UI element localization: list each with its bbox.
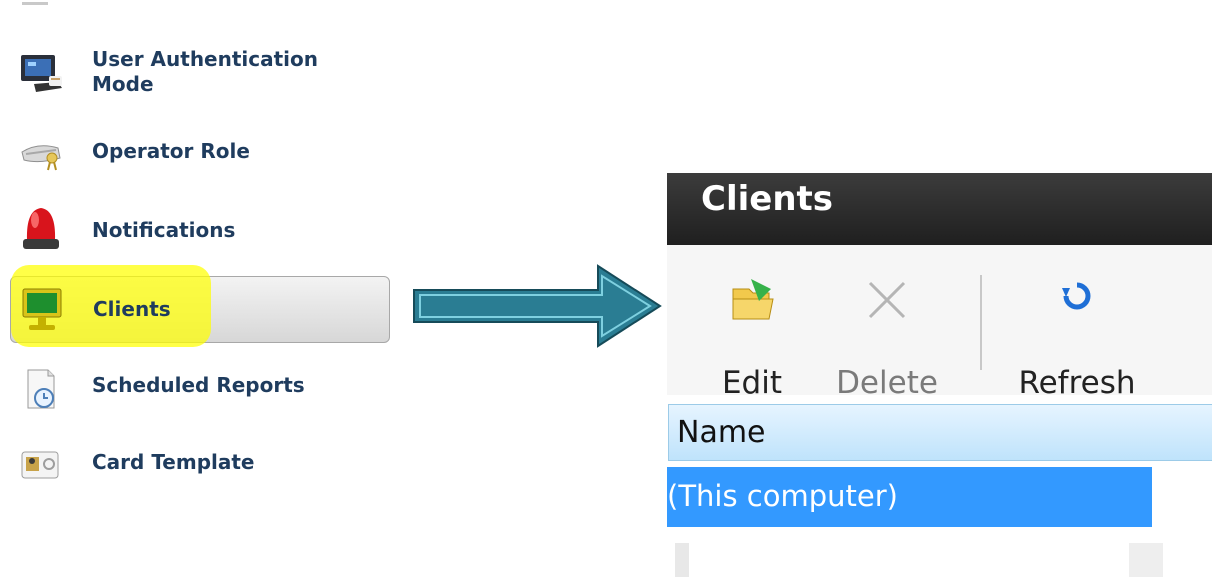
refresh-icon [1007, 275, 1147, 323]
toolbar: Edit Delete Refresh [667, 245, 1212, 401]
sidebar-item-label: Operator Role [92, 139, 250, 163]
clients-panel: Clients Edit Delete Refresh Name (This c… [667, 173, 1212, 577]
sidebar-item-label: Notifications [92, 218, 236, 242]
cropped-item-fragment [18, 0, 58, 8]
column-header-name[interactable]: Name [668, 404, 1212, 461]
list-edge [675, 543, 689, 577]
keyboard-key-icon [18, 132, 64, 178]
sidebar-item-card-template[interactable]: Card Template [10, 446, 388, 486]
sidebar-item-label: User Authentication Mode [92, 47, 319, 96]
edit-button-label: Edit [721, 365, 783, 401]
refresh-button[interactable]: Refresh [1007, 275, 1147, 401]
card-template-icon [18, 448, 64, 494]
delete-button-label: Delete [836, 365, 938, 401]
x-icon [832, 275, 942, 323]
table-row[interactable]: (This computer) [667, 467, 1152, 527]
sidebar-item-label: Scheduled Reports [92, 373, 305, 397]
sidebar-item-user-authentication-mode[interactable]: User Authentication Mode [10, 44, 388, 104]
edit-button[interactable]: Edit [697, 275, 807, 401]
delete-button[interactable]: Delete [832, 275, 942, 401]
column-header-label: Name [677, 415, 766, 450]
sidebar-item-notifications[interactable]: Notifications [10, 208, 388, 258]
client-name-cell: (This computer) [667, 479, 898, 513]
refresh-button-label: Refresh [1018, 365, 1136, 401]
list-edge [1129, 543, 1163, 577]
sidebar-item-scheduled-reports[interactable]: Scheduled Reports [10, 368, 388, 418]
computer-monitor-icon [19, 285, 65, 331]
arrow-right-icon [413, 264, 662, 348]
sidebar-item-label: Card Template [92, 450, 255, 474]
sidebar-item-operator-role[interactable]: Operator Role [10, 134, 388, 174]
panel-header: Clients [667, 173, 1212, 245]
scheduled-report-icon [18, 366, 64, 412]
toolbar-separator [980, 275, 982, 370]
sidebar-item-label: Clients [93, 297, 171, 321]
alarm-light-icon [18, 202, 64, 249]
panel-title: Clients [701, 179, 834, 219]
folder-edit-icon [697, 275, 807, 323]
user-authentication-icon [18, 52, 64, 98]
sidebar-item-clients[interactable]: Clients [10, 265, 390, 347]
